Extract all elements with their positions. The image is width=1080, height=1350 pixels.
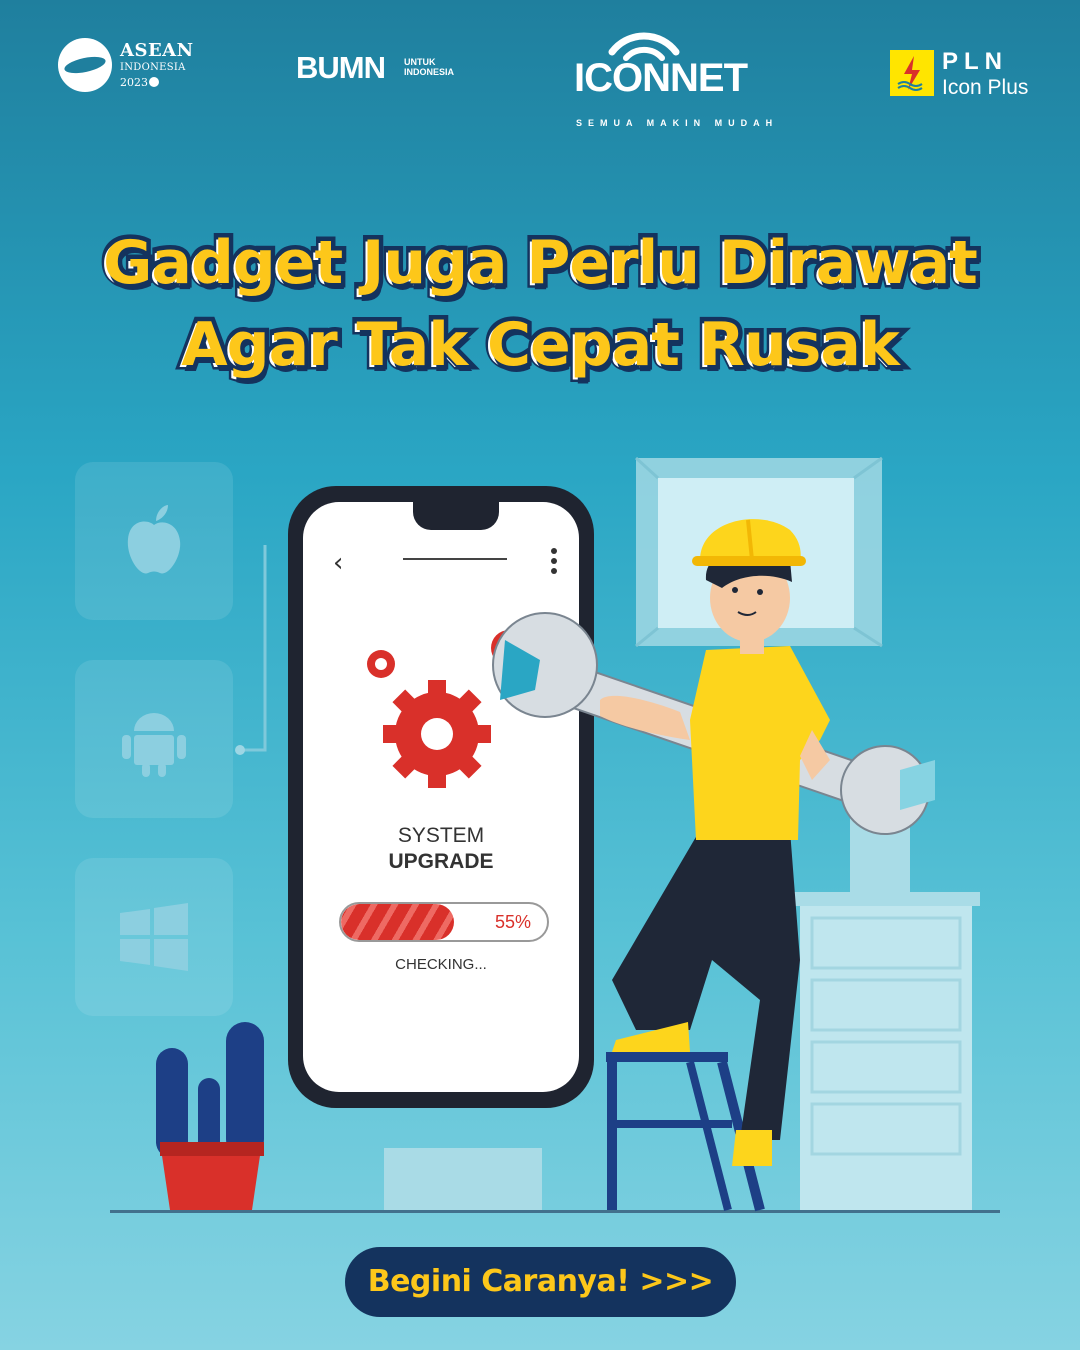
worker-head (705, 551, 792, 654)
begini-caranya-button[interactable]: Begini Caranya! >>> (345, 1247, 736, 1317)
cta-label: Begini Caranya! >>> (367, 1264, 714, 1299)
poster: ASEAN INDONESIA 2023 BUMN UNTUK INDONESI… (0, 0, 1080, 1350)
worker-pants (612, 830, 800, 1140)
worker-illustration (492, 519, 935, 1166)
worker-shoe-right (732, 1130, 772, 1166)
hard-hat-icon (692, 519, 806, 566)
